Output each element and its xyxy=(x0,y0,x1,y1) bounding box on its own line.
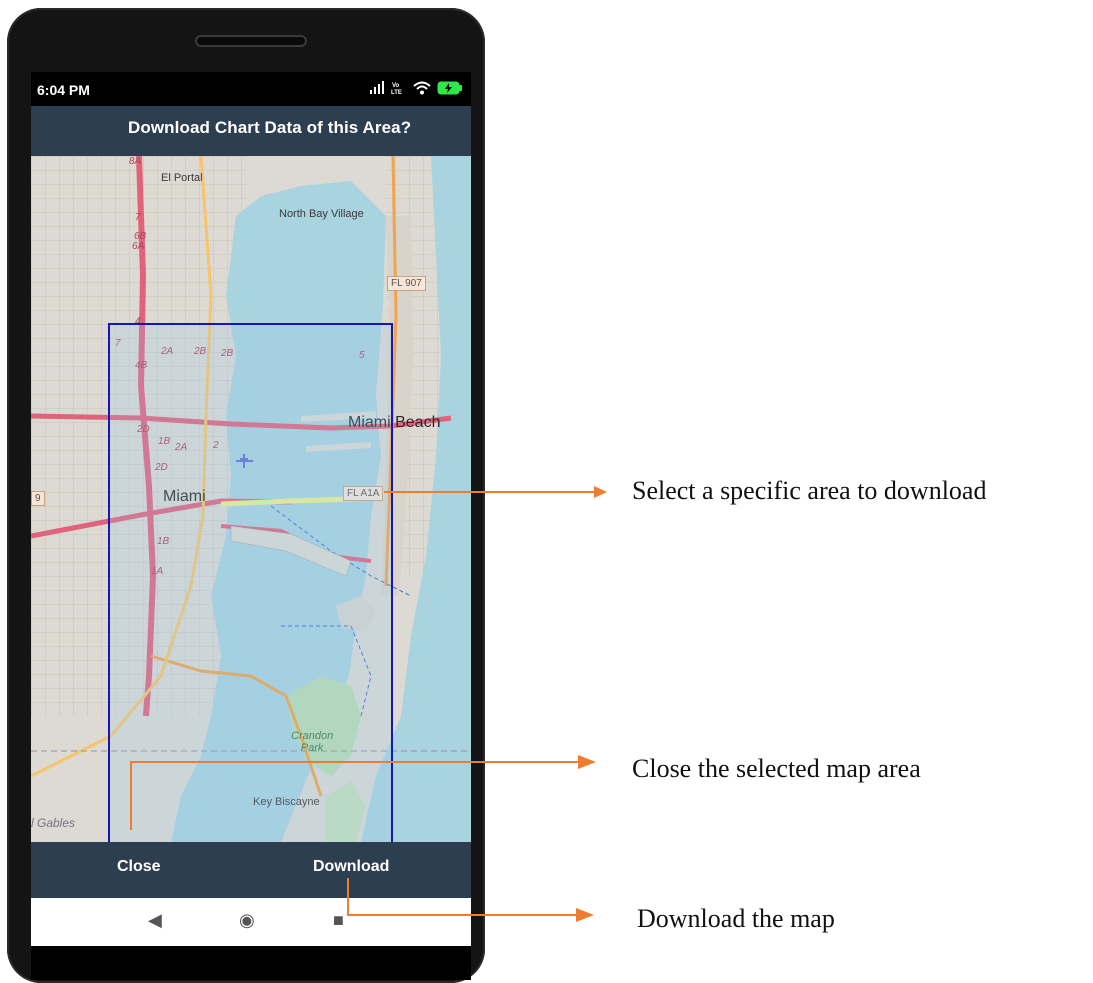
map-label-north-bay: North Bay Village xyxy=(279,208,364,220)
phone-frame: 6:04 PM Vo LTE Download Chart Data of th… xyxy=(7,8,485,983)
arrowhead-close-area xyxy=(578,755,596,769)
dialog-title: Download Chart Data of this Area? xyxy=(128,118,412,137)
exit-label: 7 xyxy=(135,212,141,223)
status-time: 6:04 PM xyxy=(37,82,90,98)
close-button[interactable]: Close xyxy=(117,858,161,876)
speaker-grille xyxy=(195,35,307,47)
home-icon[interactable]: ◉ xyxy=(239,910,255,931)
volte-icon: Vo LTE xyxy=(391,83,402,95)
annotation-close-area: Close the selected map area xyxy=(632,754,921,783)
exit-label: 6A xyxy=(132,241,145,252)
annotation-download-map: Download the map xyxy=(637,904,835,933)
map-label-el-portal: El Portal xyxy=(161,172,203,184)
back-icon[interactable]: ◀ xyxy=(148,910,162,931)
battery-charging-icon xyxy=(437,81,462,95)
download-button[interactable]: Download xyxy=(313,858,389,876)
wifi-icon xyxy=(413,81,431,95)
arrowhead-download-map xyxy=(576,908,594,922)
android-nav-bar: ◀ ◉ ■ xyxy=(31,898,471,946)
phone-screen: 6:04 PM Vo LTE Download Chart Data of th… xyxy=(31,72,471,980)
dialog-header: Download Chart Data of this Area? xyxy=(31,106,471,156)
annotation-select-area: Select a specific area to download xyxy=(632,476,987,505)
selection-rectangle[interactable] xyxy=(108,323,393,842)
exit-label: 8A xyxy=(129,156,142,167)
svg-text:LTE: LTE xyxy=(391,90,402,95)
arrowhead-select-area xyxy=(594,486,607,498)
status-bar: 6:04 PM Vo LTE xyxy=(31,72,471,106)
road-shield-fl907: FL 907 xyxy=(387,276,426,291)
signal-icon xyxy=(370,81,384,94)
dialog-actions: Close Download xyxy=(31,842,471,898)
recents-icon[interactable]: ■ xyxy=(333,910,344,931)
status-icons: Vo LTE xyxy=(369,81,463,95)
road-shield-9: 9 xyxy=(31,491,45,506)
map-view[interactable]: El Portal North Bay Village Miami Beach … xyxy=(31,156,471,842)
map-label-coral-gables: l Gables xyxy=(31,816,76,830)
svg-text:Vo: Vo xyxy=(392,83,400,89)
